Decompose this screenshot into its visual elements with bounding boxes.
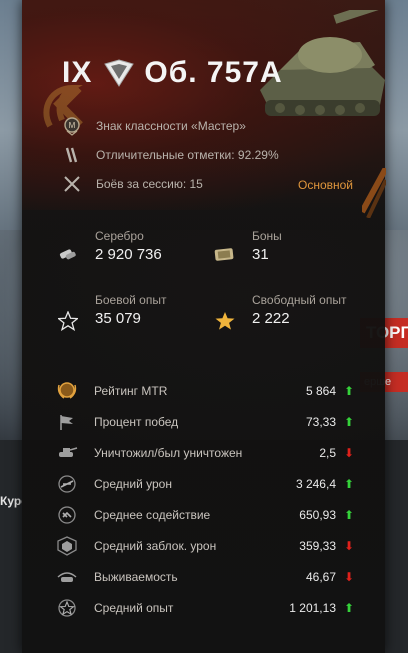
trend-up-icon: ⬆: [343, 384, 354, 398]
stat-label: Рейтинг MTR: [94, 384, 168, 398]
mastery-label: Знак классности «Мастер»: [96, 119, 246, 133]
gun-marks-icon: [62, 145, 82, 165]
free-xp-label: Свободный опыт: [252, 293, 347, 307]
stat-row-damage: Средний урон 3 246,4 ⬆: [54, 473, 354, 495]
battle-xp-label: Боевой опыт: [95, 293, 167, 307]
silver-label: Серебро: [95, 229, 144, 243]
tier-label: IX: [62, 56, 93, 89]
trend-down-icon: ⬇: [343, 570, 354, 584]
stat-row-blocked: Средний заблок. урон 359,33 ⬇: [54, 535, 354, 557]
stat-value: 2,5: [319, 446, 336, 460]
assist-icon: [54, 505, 80, 525]
free-xp-value: 2 222: [252, 310, 290, 327]
orange-stripe-decoration: [362, 168, 386, 218]
svg-text:M: M: [69, 121, 76, 130]
stat-value: 46,67: [305, 570, 336, 584]
elite-badge-icon: [104, 59, 135, 87]
bonds-label: Боны: [252, 229, 282, 243]
stat-value: 5 864: [305, 384, 336, 398]
trend-up-icon: ⬆: [343, 415, 354, 429]
battles-label: Боёв за сессию: 15: [96, 177, 203, 191]
stat-value: 1 201,13: [289, 601, 336, 615]
trend-up-icon: ⬆: [343, 601, 354, 615]
avg-xp-icon: [54, 598, 80, 618]
stat-value: 650,93: [299, 508, 336, 522]
trend-up-icon: ⬆: [343, 477, 354, 491]
stat-label: Выживаемость: [94, 570, 178, 584]
stat-value: 3 246,4: [295, 477, 336, 491]
stat-value: 359,33: [299, 539, 336, 553]
mtr-rating-icon: [54, 381, 80, 401]
stat-row-assist: Среднее содействие 650,93 ⬆: [54, 504, 354, 526]
battles-row: Боёв за сессию: 15: [62, 174, 203, 194]
stat-row-winrate: Процент побед 73,33 ⬆: [54, 411, 354, 433]
marks-label: Отличительные отметки: 92.29%: [96, 148, 279, 162]
stat-label: Средний урон: [94, 477, 172, 491]
session-stats-panel: IX Об. 757А M Знак классности «Мастер» О…: [22, 0, 386, 653]
free-xp-block: Свободный опыт 2 222: [252, 293, 346, 327]
battle-xp-star-icon: [56, 310, 80, 336]
trend-down-icon: ⬇: [343, 446, 354, 460]
mastery-row: M Знак классности «Мастер»: [62, 116, 246, 136]
tank-name: Об. 757А: [144, 56, 283, 89]
free-xp-star-icon: [215, 311, 235, 336]
stat-label: Среднее содействие: [94, 508, 211, 522]
trend-down-icon: ⬇: [343, 539, 354, 553]
stat-label: Уничтожил/был уничтожен: [94, 446, 243, 460]
destroyed-icon: [54, 443, 80, 463]
survival-icon: [54, 567, 80, 587]
flag-icon: [54, 412, 80, 432]
battle-xp-value: 35 079: [95, 310, 141, 327]
stat-row-avg-xp: Средний опыт 1 201,13 ⬆: [54, 597, 354, 619]
stat-value: 73,33: [305, 415, 336, 429]
courses-tab[interactable]: Курс: [0, 486, 22, 516]
stat-row-mtr: Рейтинг MTR 5 864 ⬆: [54, 380, 354, 402]
bonds-icon: [214, 246, 236, 267]
blocked-damage-icon: [54, 536, 80, 556]
silver-block: Серебро 2 920 736: [95, 229, 162, 263]
silver-value: 2 920 736: [95, 246, 162, 263]
stat-label: Процент побед: [94, 415, 179, 429]
battle-mode-label[interactable]: Основной: [298, 178, 353, 192]
stat-label: Средний опыт: [94, 601, 174, 615]
crossed-swords-icon: [62, 174, 82, 194]
stat-label: Средний заблок. урон: [94, 539, 217, 553]
battle-xp-block: Боевой опыт 35 079: [95, 293, 166, 327]
stat-row-kd: Уничтожил/был уничтожен 2,5 ⬇: [54, 442, 354, 464]
trend-up-icon: ⬆: [343, 508, 354, 522]
stat-row-survival: Выживаемость 46,67 ⬇: [54, 566, 354, 588]
tank-title: IX Об. 757А: [62, 56, 283, 90]
mastery-badge-icon: M: [62, 116, 82, 136]
marks-row: Отличительные отметки: 92.29%: [62, 145, 279, 165]
bonds-block: Боны 31: [252, 229, 282, 263]
silver-icon: [58, 246, 78, 267]
bonds-value: 31: [252, 246, 269, 263]
damage-icon: [54, 474, 80, 494]
